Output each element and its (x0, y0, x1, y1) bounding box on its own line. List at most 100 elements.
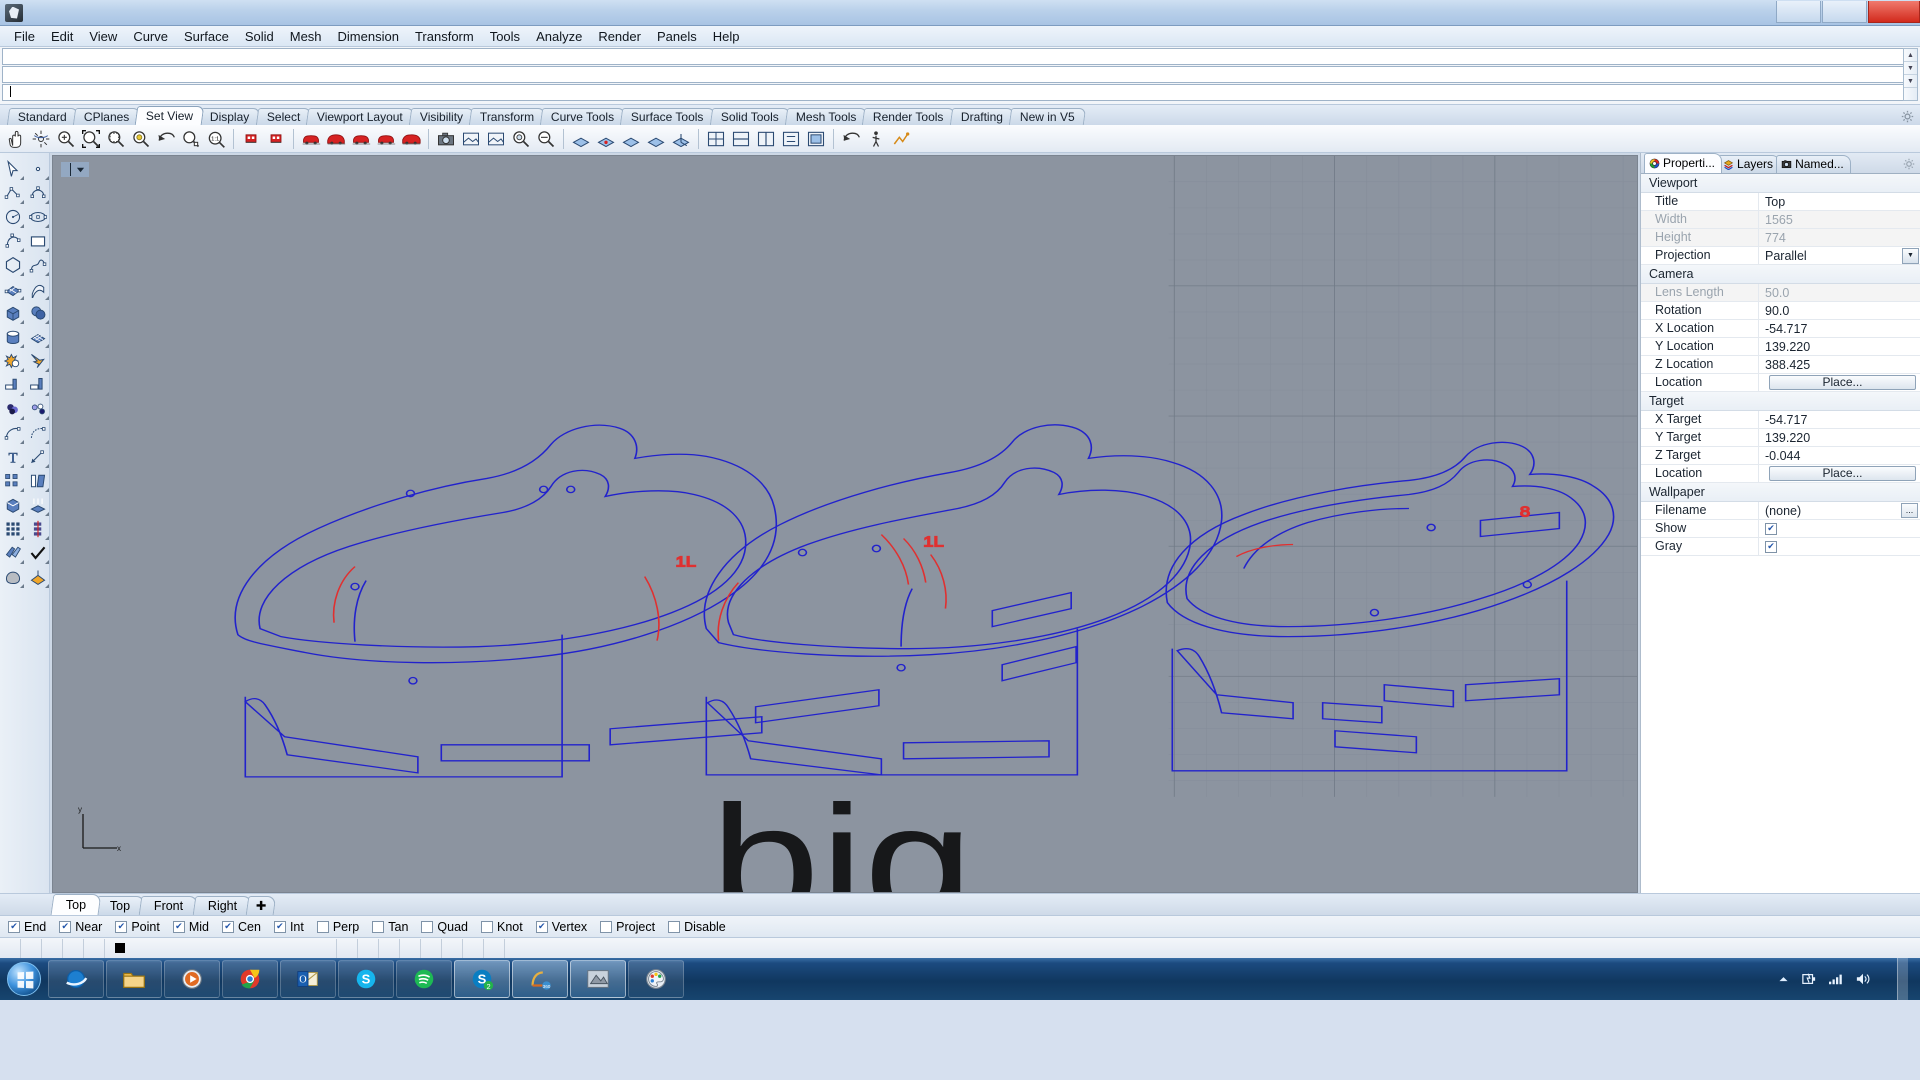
status-ortho[interactable] (358, 938, 379, 958)
zoom-lens-icon[interactable] (509, 127, 533, 151)
surface-sweep-icon[interactable] (25, 277, 50, 301)
osnap-option-disable[interactable]: Disable (668, 920, 726, 934)
view-back-car-icon[interactable] (264, 127, 288, 151)
osnap-checkbox[interactable]: ✔ (273, 920, 286, 933)
osnap-checkbox[interactable] (421, 920, 434, 933)
taskbar-media-player[interactable] (164, 960, 220, 998)
split-icon[interactable] (25, 373, 50, 397)
status-gumball[interactable] (442, 938, 463, 958)
taskbar-skype-business[interactable]: S2 (454, 960, 510, 998)
osnap-option-cen[interactable]: ✔ Cen (222, 920, 261, 934)
boolean-icon[interactable] (0, 349, 25, 373)
property-value[interactable]: -54.717 (1765, 413, 1807, 427)
osnap-option-quad[interactable]: Quad (421, 920, 468, 934)
taskbar-file-explorer[interactable] (106, 960, 162, 998)
viewport-max-icon[interactable] (804, 127, 828, 151)
osnap-checkbox[interactable] (316, 920, 329, 933)
taskbar-chrome[interactable] (222, 960, 278, 998)
property-value[interactable]: 139.220 (1765, 431, 1810, 445)
projection-dropdown-arrow[interactable]: ▼ (1902, 247, 1919, 264)
osnap-option-perp[interactable]: Perp (316, 920, 359, 934)
osnap-checkbox[interactable] (481, 920, 493, 933)
property-checkbox[interactable]: ✔ (1765, 540, 1777, 553)
scroll-down-icon[interactable]: ▼ (1904, 62, 1917, 75)
panel-tab-named-views[interactable]: Named... (1776, 155, 1851, 173)
osnap-checkbox[interactable]: ✔ (535, 920, 548, 933)
cylinder-solid-icon[interactable] (0, 325, 25, 349)
undo-icon[interactable] (839, 127, 863, 151)
toolbar-tab-mesh-tools[interactable]: Mesh Tools (784, 108, 868, 125)
osnap-option-project[interactable]: Project (600, 920, 655, 934)
join-icon[interactable] (0, 397, 25, 421)
command-scrollbar[interactable]: ▲ ▼ ▼ (1903, 48, 1918, 101)
view-front-car-icon[interactable] (239, 127, 263, 151)
place-button[interactable]: Place... (1769, 466, 1916, 481)
menu-curve[interactable]: Curve (125, 27, 176, 46)
viewport-tab-front-2[interactable]: Front (138, 896, 199, 915)
toolbar-options-gear-icon[interactable] (1901, 110, 1914, 123)
add-viewport-tab-button[interactable]: ✚ (245, 896, 277, 915)
view-right-car-icon[interactable] (349, 127, 373, 151)
viewport-split-v-icon[interactable] (754, 127, 778, 151)
pan-hand-icon[interactable] (4, 127, 28, 151)
toolbar-tab-viewport-layout[interactable]: Viewport Layout (305, 108, 414, 125)
view-left-car-icon[interactable] (374, 127, 398, 151)
toolbar-tab-drafting[interactable]: Drafting (949, 108, 1014, 125)
taskbar-skype[interactable]: S (338, 960, 394, 998)
box-solid-icon[interactable] (0, 301, 25, 325)
text-tool-icon[interactable]: T (0, 445, 25, 469)
taskbar-paint[interactable] (628, 960, 684, 998)
minimize-button[interactable] (1776, 1, 1821, 23)
status-filter[interactable] (484, 938, 505, 958)
viewport-label[interactable] (61, 162, 89, 177)
status-grid-snap[interactable] (337, 938, 358, 958)
cap-solid-icon[interactable] (0, 493, 25, 517)
osnap-checkbox[interactable] (600, 920, 613, 933)
menu-transform[interactable]: Transform (407, 27, 482, 46)
show-desktop-button[interactable] (1897, 958, 1908, 1000)
osnap-option-end[interactable]: ✔ End (8, 920, 46, 934)
named-view-icon[interactable] (484, 127, 508, 151)
scroll-up-icon[interactable]: ▲ (1904, 49, 1917, 62)
property-value[interactable]: -54.717 (1765, 322, 1807, 336)
explode-icon[interactable] (25, 349, 50, 373)
undo-view-icon[interactable] (154, 127, 178, 151)
extrude-icon[interactable] (25, 493, 50, 517)
panel-tab-properties[interactable]: Properti... (1644, 153, 1723, 173)
zoom-extents-icon[interactable] (79, 127, 103, 151)
cplane-axes-icon[interactable] (669, 127, 693, 151)
toolbar-tab-visibility[interactable]: Visibility (408, 108, 475, 125)
status-smarttrack[interactable] (421, 938, 442, 958)
osnap-checkbox[interactable]: ✔ (115, 920, 128, 933)
save-view-icon[interactable] (459, 127, 483, 151)
cplane-origin-icon[interactable] (594, 127, 618, 151)
material-icon[interactable] (25, 565, 50, 589)
volume-icon[interactable] (1855, 972, 1871, 986)
rotate-view-icon[interactable] (29, 127, 53, 151)
menu-panels[interactable]: Panels (649, 27, 705, 46)
taskbar-outlook[interactable]: O (280, 960, 336, 998)
osnap-option-mid[interactable]: ✔ Mid (172, 920, 209, 934)
command-input[interactable] (2, 84, 1918, 101)
viewport-four-icon[interactable] (704, 127, 728, 151)
menu-file[interactable]: File (6, 27, 43, 46)
render-mesh-icon[interactable] (0, 565, 25, 589)
taskbar-internet-explorer[interactable] (48, 960, 104, 998)
osnap-option-tan[interactable]: Tan (372, 920, 408, 934)
viewport-split-h-icon[interactable] (729, 127, 753, 151)
toolbar-tab-new-in-v5[interactable]: New in V5 (1008, 108, 1086, 125)
show-hidden-icons-icon[interactable] (1777, 973, 1790, 986)
network-icon[interactable] (1828, 972, 1844, 986)
menu-help[interactable]: Help (705, 27, 748, 46)
cplane-icon[interactable] (569, 127, 593, 151)
status-layer[interactable] (105, 938, 337, 958)
zoom-dynamic-icon[interactable] (534, 127, 558, 151)
toolbar-tab-display[interactable]: Display (199, 108, 261, 125)
chevron-down-icon[interactable] (76, 165, 85, 174)
toolbar-tab-select[interactable]: Select (255, 108, 312, 125)
menu-solid[interactable]: Solid (237, 27, 282, 46)
status-record-history[interactable] (463, 938, 484, 958)
view-perspective-car-icon[interactable] (324, 127, 348, 151)
toolbar-tab-transform[interactable]: Transform (468, 108, 546, 125)
mesh-icon[interactable] (25, 325, 50, 349)
